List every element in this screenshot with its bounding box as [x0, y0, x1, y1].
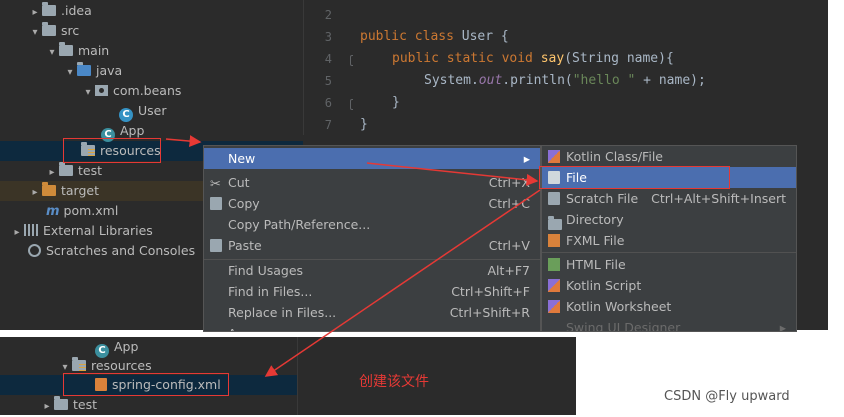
arrow-new-to-file — [366, 162, 539, 186]
arrow-file-to-result — [264, 189, 541, 377]
arrow-resources-to-new — [165, 135, 202, 148]
annotation-arrows — [165, 135, 541, 377]
